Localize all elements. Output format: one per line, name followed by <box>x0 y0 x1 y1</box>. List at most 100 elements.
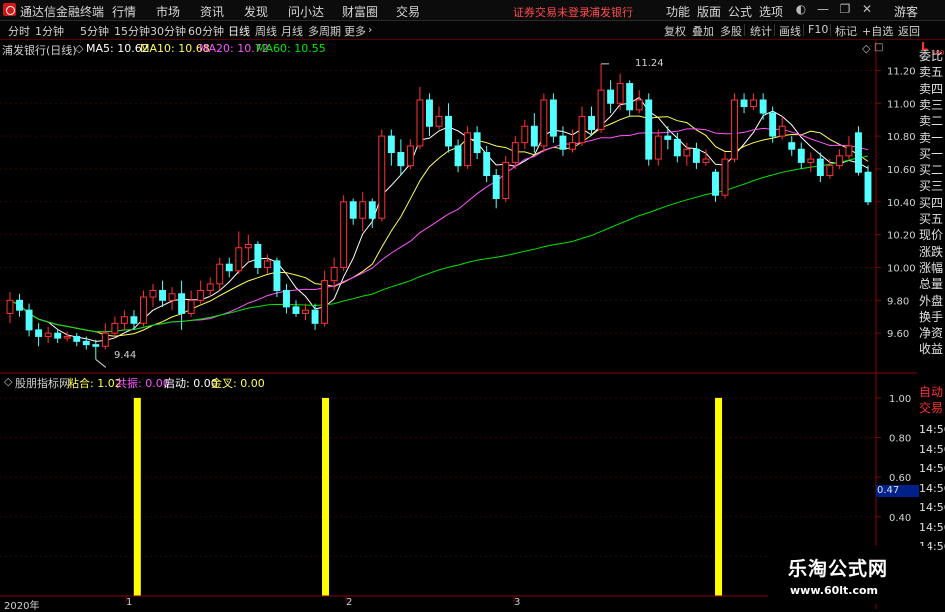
close-icon[interactable]: ✕ <box>860 2 874 16</box>
chart-close-icon[interactable]: □ <box>874 42 883 53</box>
menu-caifuquan[interactable]: 财富圈 <box>342 3 378 20</box>
candle-body <box>616 83 624 104</box>
menu-gongshi[interactable]: 公式 <box>728 3 752 20</box>
candle-body <box>483 152 491 177</box>
candle-body <box>530 125 538 147</box>
candle-body <box>244 243 252 249</box>
panel-field-label: 卖四 <box>919 81 944 96</box>
more-chevron-icon[interactable]: › <box>368 23 372 36</box>
tab-1min[interactable]: 1分钟 <box>35 23 64 39</box>
candle-body <box>73 335 81 342</box>
candle-body <box>492 175 500 200</box>
panel-field-label: 卖三 <box>919 97 944 112</box>
panel-field-label: 卖五 <box>919 65 944 80</box>
candle-body <box>454 145 462 167</box>
trade-login-alert[interactable]: 证券交易未登录 <box>513 4 590 20</box>
candle-body <box>664 135 672 140</box>
auto-trade-label[interactable]: 交易 <box>919 400 943 416</box>
candle-body <box>607 89 615 104</box>
toolbar-divider <box>774 24 775 36</box>
watermark-url: www.60lt.com <box>790 584 879 597</box>
title-bar: 通达信金融终端 行情 市场 资讯 发现 问小达 财富圈 交易 证券交易未登录 浦… <box>0 0 945 21</box>
candle-body <box>750 99 758 108</box>
tab-multi-period[interactable]: 多周期 <box>308 23 341 39</box>
trade-time-label: 14:56 <box>919 481 945 495</box>
diejia-button[interactable]: 叠加 <box>692 23 714 39</box>
tab-fenshi[interactable]: 分时 <box>8 23 30 39</box>
candle-body <box>168 293 176 301</box>
candle-body <box>511 142 519 163</box>
tab-monthly[interactable]: 月线 <box>281 23 303 39</box>
indicator-name: 股朋指标网 <box>15 377 70 390</box>
candle-body <box>597 89 605 131</box>
tongji-button[interactable]: 统计 <box>750 23 772 39</box>
trade-time-label: 14:56 <box>919 423 945 436</box>
tab-30min[interactable]: 30分钟 <box>150 23 186 39</box>
tab-5min[interactable]: 5分钟 <box>80 23 109 39</box>
tab-60min[interactable]: 60分钟 <box>188 23 224 39</box>
indicator-value-3: 启动: 0.00 <box>164 377 218 390</box>
indicator-tick-label: 0.60 <box>889 473 911 484</box>
panel-field-label: 涨幅 <box>919 260 944 275</box>
candle-body <box>120 316 128 324</box>
restore-icon[interactable]: ❐ <box>838 2 852 16</box>
candle-body <box>578 115 586 144</box>
candle-body <box>140 296 147 324</box>
chart-settings-icon[interactable]: ◇ <box>75 42 83 55</box>
menu-faxian[interactable]: 发现 <box>244 3 268 20</box>
candle-body <box>635 99 643 111</box>
axis-year-label: 2020年 <box>4 601 40 612</box>
candle-body <box>54 332 62 339</box>
kline-chart[interactable]: 9.609.8010.0010.2010.4010.6010.8011.0011… <box>0 40 917 609</box>
tab-daily[interactable]: 日线 <box>228 23 250 39</box>
candle-body <box>63 335 71 339</box>
menu-xuanxiang[interactable]: 选项 <box>759 3 783 20</box>
huaxian-button[interactable]: 画线 <box>779 23 801 39</box>
candle-body <box>302 309 309 314</box>
signal-bar <box>715 397 723 596</box>
candle-body <box>769 112 777 137</box>
candle-body <box>521 125 529 144</box>
chart-options-icon[interactable]: ◇ <box>862 42 870 55</box>
price-tick-label: 9.80 <box>887 296 909 307</box>
fuquan-button[interactable]: 复权 <box>664 23 686 39</box>
candle-body <box>330 266 338 282</box>
trade-time-label: 14:56 <box>919 442 945 456</box>
biaoji-button[interactable]: 标记 <box>835 23 857 39</box>
add-favorite-button[interactable]: +自选 <box>862 23 893 39</box>
f10-button[interactable]: F10 <box>808 23 828 36</box>
tab-15min[interactable]: 15分钟 <box>114 23 150 39</box>
candle-body <box>502 161 510 200</box>
candle-body <box>845 145 853 157</box>
tab-weekly[interactable]: 周线 <box>255 23 277 39</box>
minimize-icon[interactable]: — <box>816 2 830 16</box>
candle-body <box>349 201 357 219</box>
menu-gongneng[interactable]: 功能 <box>666 3 690 20</box>
candle-body <box>731 99 738 160</box>
menu-jiaoyi[interactable]: 交易 <box>396 3 420 20</box>
menu-hangqing[interactable]: 行情 <box>112 3 136 20</box>
auto-trade-label[interactable]: 自动 <box>919 384 943 400</box>
price-tick-label: 11.20 <box>887 66 916 77</box>
candle-body <box>645 99 653 160</box>
panel-field-label: 收益 <box>919 342 944 357</box>
duogu-button[interactable]: 多股 <box>720 23 742 39</box>
skin-icon[interactable]: ◐ <box>794 2 808 16</box>
guest-label[interactable]: 游客 <box>894 3 918 20</box>
panel-field-label: 卖一 <box>919 130 944 145</box>
panel-field-label: 换手 <box>919 309 944 324</box>
back-button[interactable]: 返回 <box>898 23 920 39</box>
low-marker-line <box>95 359 107 368</box>
tab-more[interactable]: 更多 <box>344 23 366 39</box>
app-name: 通达信金融终端 <box>20 5 105 19</box>
menu-wenxiaoda[interactable]: 问小达 <box>288 3 324 20</box>
menu-zixun[interactable]: 资讯 <box>200 3 224 20</box>
candle-body <box>740 99 748 108</box>
candle-body <box>197 289 205 301</box>
menu-banmian[interactable]: 版面 <box>697 3 721 20</box>
candle-body <box>387 135 395 154</box>
indicator-toggle-icon[interactable]: ◇ <box>4 375 12 388</box>
ma60-legend: MA60: 10.55 <box>256 42 326 55</box>
menu-shichang[interactable]: 市场 <box>156 3 180 20</box>
candle-body <box>340 201 348 268</box>
